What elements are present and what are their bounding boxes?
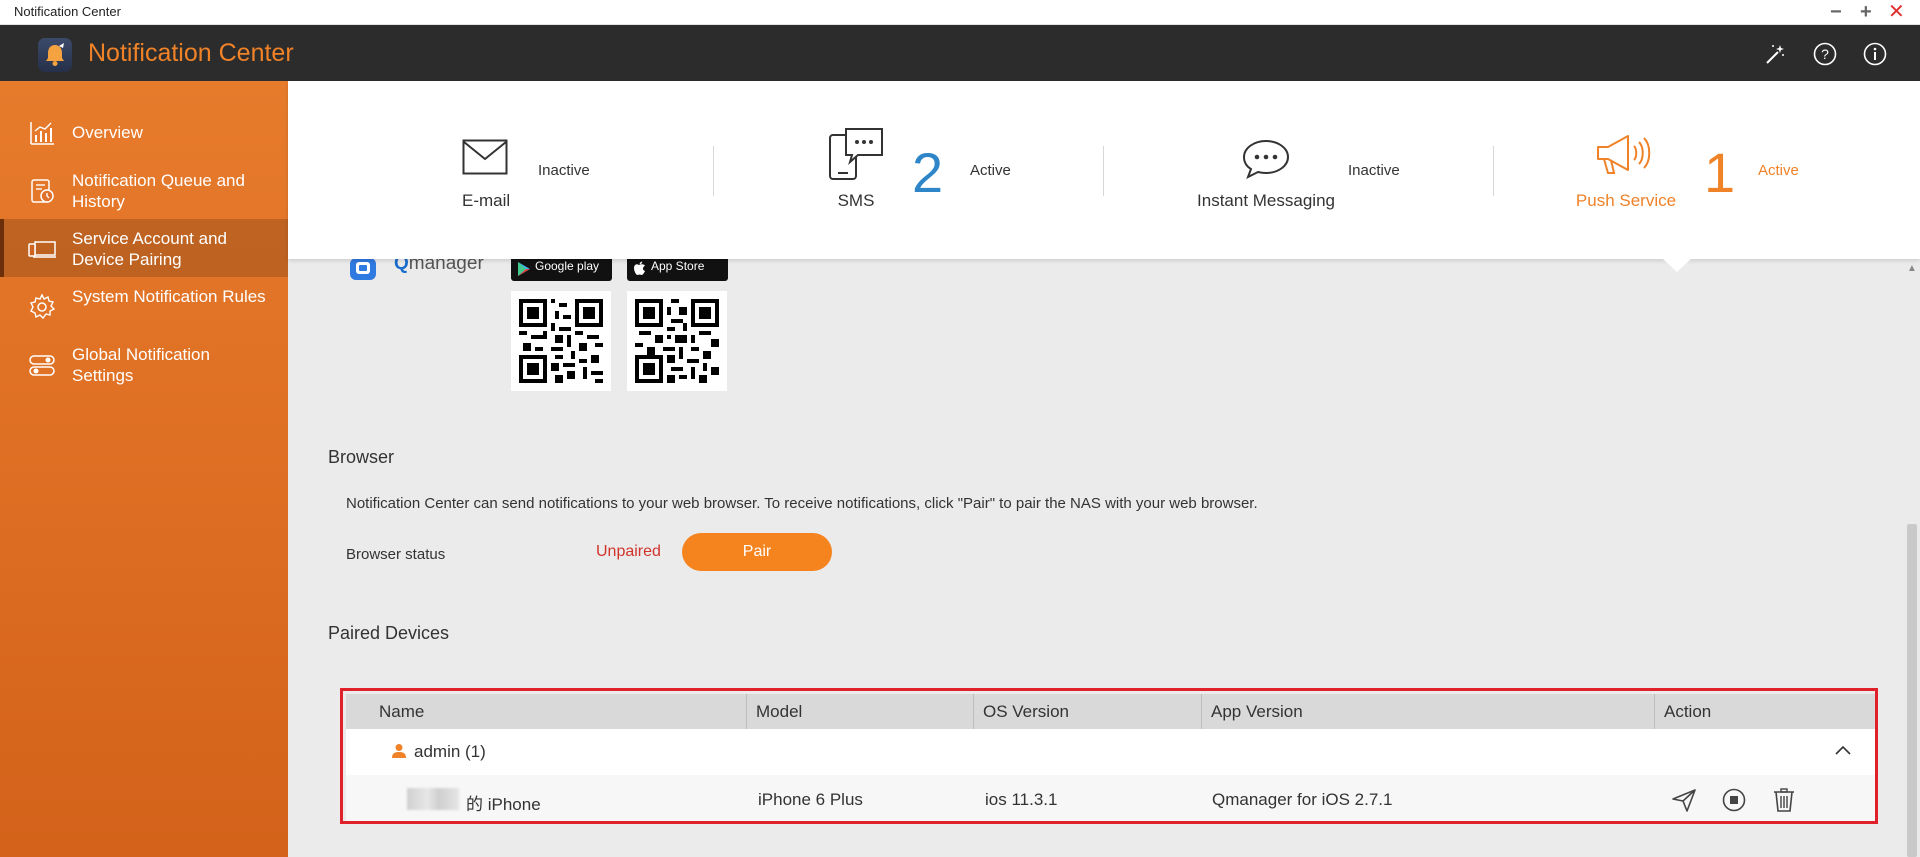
table-row[interactable]: 的 iPhone iPhone 6 Plus ios 11.3.1 Qmanag… — [346, 775, 1878, 824]
vertical-scrollbar[interactable]: ▲ — [1904, 259, 1920, 857]
info-icon[interactable] — [1863, 42, 1887, 66]
magic-wand-icon[interactable] — [1763, 42, 1787, 66]
sidebar-item-label: System Notification Rules — [72, 287, 266, 306]
svg-text:?: ? — [1821, 46, 1829, 62]
app-store-label: App Store — [651, 259, 705, 273]
toggles-icon — [28, 351, 56, 379]
device-os-version: ios 11.3.1 — [985, 790, 1058, 809]
service-count: 2 — [912, 141, 944, 204]
google-play-qr-code — [511, 291, 611, 391]
devices-icon — [28, 235, 56, 263]
device-app-version: Qmanager for iOS 2.7.1 — [1212, 790, 1393, 809]
column-divider[interactable] — [1654, 694, 1655, 729]
column-header-os-version[interactable]: OS Version — [983, 702, 1069, 722]
minimize-button[interactable]: − — [1830, 1, 1842, 23]
sidebar-item-label: Global Notification Settings — [72, 345, 210, 385]
app-title: Notification Center — [88, 39, 294, 67]
maximize-button[interactable]: + — [1860, 1, 1872, 23]
user-icon — [392, 743, 406, 764]
column-divider[interactable] — [1201, 694, 1202, 729]
os-title-bar: Notification Center − + ✕ — [0, 0, 1920, 25]
column-divider[interactable] — [973, 694, 974, 729]
sms-icon — [828, 127, 884, 186]
history-icon — [28, 177, 56, 205]
paired-devices-title: Paired Devices — [328, 623, 450, 643]
close-button[interactable]: ✕ — [1888, 1, 1905, 23]
google-play-icon — [517, 258, 531, 288]
help-icon[interactable]: ? — [1813, 42, 1837, 66]
service-divider — [1103, 146, 1104, 196]
service-divider — [1493, 146, 1494, 196]
email-icon — [462, 139, 508, 180]
main-content: Qmanager Google play App Store Browser N… — [288, 81, 1920, 857]
megaphone-icon — [1594, 133, 1654, 180]
service-name: Push Service — [1575, 191, 1677, 210]
sidebar-item-label: Service Account and Device Pairing — [72, 229, 227, 269]
device-group-label: admin (1) — [414, 742, 486, 761]
qmanager-logo-icon — [348, 256, 378, 282]
pair-button[interactable]: Pair — [682, 533, 832, 571]
stop-icon[interactable] — [1721, 787, 1747, 813]
sidebar-item-overview[interactable]: Overview — [0, 103, 288, 161]
window-title: Notification Center — [14, 4, 121, 19]
gear-icon — [28, 293, 56, 321]
chevron-up-icon[interactable] — [1834, 743, 1852, 761]
service-status: Inactive — [1348, 162, 1400, 179]
column-header-name[interactable]: Name — [379, 702, 424, 722]
service-summary-panel: E-mail Inactive SMS 2 Active Instant Mes… — [288, 81, 1920, 272]
sidebar-item-system-notification-rules[interactable]: System Notification Rules — [0, 277, 288, 335]
scrollbar-thumb[interactable] — [1907, 524, 1917, 857]
column-header-app-version[interactable]: App Version — [1211, 702, 1303, 722]
browser-status-label: Browser status — [346, 546, 446, 563]
column-divider[interactable] — [746, 694, 747, 729]
paired-devices-table: Name Model OS Version App Version Action… — [346, 694, 1878, 824]
app-store-qr-code — [627, 291, 727, 391]
service-count: 1 — [1704, 141, 1736, 204]
device-model: iPhone 6 Plus — [758, 790, 863, 809]
selected-service-pointer — [1663, 259, 1691, 272]
app-header: Notification Center ? — [0, 25, 1920, 81]
service-name: SMS — [837, 191, 875, 210]
service-name: Instant Messaging — [1197, 191, 1335, 210]
sidebar-item-global-notification-settings[interactable]: Global Notification Settings — [0, 335, 288, 393]
service-status: Active — [1758, 162, 1799, 179]
browser-section-title: Browser — [328, 447, 395, 467]
chart-icon — [28, 119, 56, 147]
sidebar: Overview Notification Queue and History … — [0, 81, 288, 857]
app-logo-icon — [38, 38, 72, 72]
sidebar-item-queue-history[interactable]: Notification Queue and History — [0, 161, 288, 219]
scroll-up-arrow-icon[interactable]: ▲ — [1907, 263, 1917, 274]
service-divider — [713, 146, 714, 196]
service-status: Inactive — [538, 162, 590, 179]
service-name: E-mail — [462, 191, 511, 210]
column-header-action: Action — [1664, 702, 1712, 721]
send-icon[interactable] — [1671, 787, 1697, 813]
browser-description: Notification Center can send notificatio… — [346, 495, 1258, 512]
sidebar-item-label: Notification Queue and History — [72, 171, 245, 211]
column-header-model[interactable]: Model — [756, 702, 802, 722]
device-group-row[interactable]: admin (1) — [346, 729, 1878, 775]
device-name: 的 iPhone — [466, 795, 541, 814]
apple-icon — [633, 258, 647, 288]
sidebar-item-label: Overview — [72, 123, 143, 142]
redacted-device-owner — [407, 788, 459, 810]
service-status: Active — [970, 162, 1011, 179]
sidebar-item-service-account-device-pairing[interactable]: Service Account and Device Pairing — [0, 219, 288, 277]
google-play-label: Google play — [535, 259, 600, 273]
table-header: Name Model OS Version App Version Action — [346, 694, 1878, 729]
browser-status-value: Unpaired — [596, 543, 661, 560]
chat-icon — [1242, 139, 1290, 184]
trash-icon[interactable] — [1771, 787, 1797, 813]
